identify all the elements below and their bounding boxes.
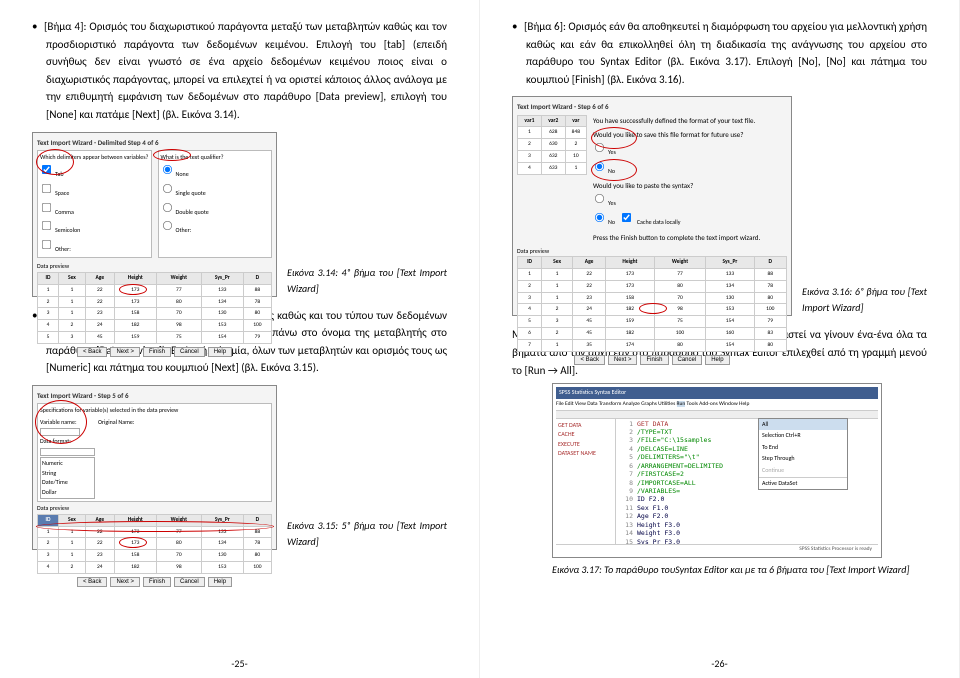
- step4-text: [Βήμα 4]: Ορισμός του διαχωριστικού παρά…: [46, 18, 447, 124]
- step6-text: [Βήμα 6]: Ορισμός εάν θα αποθηκευτεί η δ…: [526, 18, 927, 88]
- wizard-step4-screenshot: Text Import Wizard - Delimited Step 4 of…: [32, 132, 277, 297]
- caption-3-15: Εικόνα 3.15: 5ᵒ βήμα του [Text Import Wi…: [287, 518, 447, 550]
- wizard-step5-screenshot: Text Import Wizard - Step 5 of 6 Specifi…: [32, 385, 277, 550]
- editor-menubar[interactable]: File Edit View Data Transform Analyze Gr…: [556, 399, 878, 411]
- preview-table-5: IDSexAgeHeightWeightSys_PrD 112217377133…: [37, 514, 272, 574]
- status-bar: SPSS Statistics Processor is ready: [556, 544, 878, 554]
- help-button[interactable]: Help: [208, 347, 232, 357]
- chk-tab[interactable]: Tab: [40, 162, 149, 181]
- wizard-step6-screenshot: Text Import Wizard - Step 6 of 6 var1var…: [512, 96, 792, 316]
- format-select[interactable]: [40, 448, 95, 456]
- back-button[interactable]: < Back: [77, 347, 108, 357]
- preview-table-6: IDSexAgeHeightWeightSys_PrD 112217377133…: [517, 256, 787, 351]
- figure-3-16: Text Import Wizard - Step 6 of 6 var1var…: [512, 96, 927, 316]
- figure-3-14: Text Import Wizard - Delimited Step 4 of…: [32, 132, 447, 297]
- page-left: [Βήμα 4]: Ορισμός του διαχωριστικού παρά…: [0, 0, 480, 678]
- run-menu-dropdown[interactable]: All Selection Ctrl+R To End Step Through…: [758, 418, 848, 491]
- figure-3-15: Text Import Wizard - Step 5 of 6 Specifi…: [32, 385, 447, 550]
- page-right: [Βήμα 6]: Ορισμός εάν θα αποθηκευτεί η δ…: [480, 0, 960, 678]
- preview-table: IDSexAgeHeightWeightSys_PrD 112217377133…: [37, 272, 272, 344]
- cancel-button[interactable]: Cancel: [174, 347, 205, 357]
- caption-3-16: Εικόνα 3.16: 6ᵒ βήμα του [Text Import Wi…: [802, 284, 927, 316]
- page-number-right: -26-: [711, 656, 727, 672]
- page-number-left: -25-: [231, 656, 247, 672]
- caption-3-14: Εικόνα 3.14: 4ᵒ βήμα του [Text Import Wi…: [287, 265, 447, 297]
- finish-button[interactable]: Finish: [143, 347, 171, 357]
- next-button[interactable]: Next >: [110, 347, 140, 357]
- caption-3-17: Εικόνα 3.17: Το παράθυρο τουSyntax Edito…: [552, 562, 927, 578]
- syntax-editor-screenshot: SPSS Statistics Syntax Editor File Edit …: [552, 383, 882, 558]
- varname-input[interactable]: [40, 428, 80, 436]
